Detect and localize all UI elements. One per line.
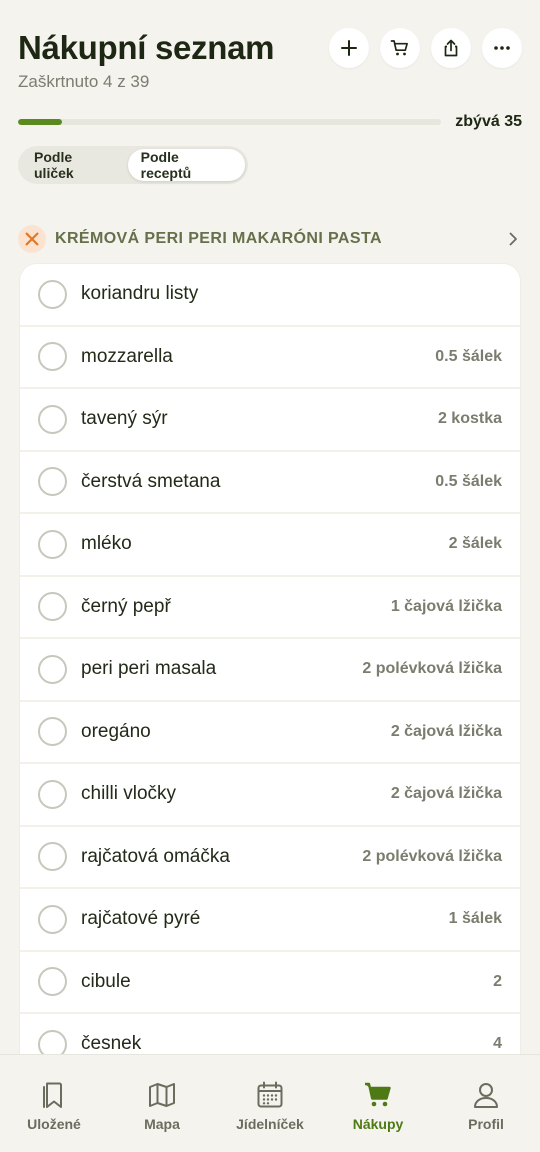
list-item[interactable]: peri peri masala 2 polévková lžička — [20, 639, 520, 702]
item-quantity: 1 čajová lžička — [390, 597, 502, 615]
tab-label: Nákupy — [352, 1116, 404, 1132]
recipe-title: KRÉMOVÁ PERI PERI MAKARÓNI PASTA — [55, 230, 382, 247]
item-checkbox[interactable] — [38, 904, 67, 934]
item-quantity: 2 kostka — [437, 410, 502, 428]
tab-label: Uložené — [27, 1116, 81, 1132]
item-name: tavený sýr — [81, 408, 168, 430]
item-quantity: 2 polévková lžička — [362, 847, 502, 865]
bottom-tab-bar: Uložené Mapa Jídelníček Nákupy Profil — [0, 1054, 540, 1152]
item-quantity: 0.5 šálek — [435, 472, 502, 490]
item-checkbox[interactable] — [38, 467, 67, 497]
item-name: rajčatová omáčka — [81, 845, 230, 867]
tab-meal-plan[interactable]: Jídelníček — [220, 1079, 320, 1132]
item-checkbox[interactable] — [38, 342, 67, 372]
list-item[interactable]: čerstvá smetana 0.5 šálek — [20, 452, 520, 514]
list-item[interactable]: oregáno 2 čajová lžička — [20, 702, 520, 764]
progress-fill — [18, 119, 62, 125]
item-quantity: 2 polévková lžička — [362, 660, 502, 678]
bookmark-icon — [43, 1082, 62, 1108]
list-item[interactable]: rajčatová omáčka 2 polévková lžička — [20, 827, 520, 889]
progress-row: zbývá 35 — [18, 110, 522, 134]
calendar-icon — [257, 1081, 283, 1108]
item-checkbox[interactable] — [38, 404, 67, 434]
item-checkbox[interactable] — [38, 779, 67, 809]
add-item-button[interactable] — [329, 28, 369, 68]
user-icon — [474, 1083, 498, 1108]
item-checkbox[interactable] — [38, 529, 67, 559]
list-item[interactable]: mléko 2 šálek — [20, 514, 520, 577]
list-item[interactable]: chilli vločky 2 čajová lžička — [20, 764, 520, 827]
tab-saved[interactable]: Uložené — [4, 1079, 104, 1132]
item-checkbox[interactable] — [38, 279, 67, 309]
tab-shopping[interactable]: Nákupy — [328, 1079, 428, 1132]
segment-by-aisle[interactable]: Podle uliček — [21, 149, 128, 181]
item-checkbox[interactable] — [38, 654, 67, 684]
item-name: čerstvá smetana — [81, 470, 221, 492]
item-quantity: 4 — [493, 1035, 502, 1053]
item-quantity: 2 čajová lžička — [390, 785, 502, 803]
chevron-right-icon[interactable] — [504, 230, 522, 248]
header: Nákupní seznam Zaškrtnuto 4 z 39 — [18, 26, 522, 96]
list-item[interactable]: tavený sýr 2 kostka — [20, 389, 520, 452]
group-by-toggle: Podle uliček Podle receptů — [18, 146, 248, 184]
tab-label: Profil — [468, 1116, 504, 1132]
cart-button[interactable] — [380, 28, 420, 68]
recipe-section-header[interactable]: KRÉMOVÁ PERI PERI MAKARÓNI PASTA — [18, 224, 522, 254]
item-name: peri peri masala — [81, 658, 217, 680]
segment-by-recipe[interactable]: Podle receptů — [127, 149, 245, 181]
item-checkbox[interactable] — [38, 842, 67, 872]
list-item[interactable]: rajčatové pyré 1 šálek — [20, 889, 520, 952]
map-icon — [149, 1083, 175, 1107]
more-button[interactable] — [482, 28, 522, 68]
item-name: oregáno — [81, 720, 151, 742]
list-item[interactable]: cibule 2 — [20, 952, 520, 1014]
item-name: mléko — [81, 533, 132, 555]
item-checkbox[interactable] — [38, 967, 67, 997]
ingredient-list: koriandru listy mozzarella 0.5 šálek tavený… — [19, 263, 521, 1063]
cart-icon — [390, 40, 408, 56]
item-quantity: 2 čajová lžička — [390, 722, 502, 740]
plus-icon — [341, 40, 357, 56]
item-name: chilli vločky — [81, 783, 177, 805]
item-quantity: 1 šálek — [448, 910, 502, 928]
list-item[interactable]: černý pepř 1 čajová lžička — [20, 577, 520, 639]
tab-map[interactable]: Mapa — [112, 1079, 212, 1132]
tab-label: Jídelníček — [236, 1116, 304, 1132]
share-button[interactable] — [431, 28, 471, 68]
tab-label: Mapa — [144, 1116, 180, 1132]
item-name: mozzarella — [81, 345, 173, 367]
utensils-icon — [18, 225, 46, 253]
item-name: černý pepř — [81, 595, 171, 617]
progress-bar — [18, 119, 442, 125]
header-actions — [329, 28, 522, 68]
tab-profile[interactable]: Profil — [436, 1079, 536, 1132]
item-quantity: 0.5 šálek — [435, 347, 502, 365]
item-checkbox[interactable] — [38, 717, 67, 747]
remaining-count: zbývá 35 — [455, 113, 522, 130]
item-name: koriandru listy — [81, 283, 199, 305]
share-icon — [444, 39, 458, 57]
checked-count: Zaškrtnuto 4 z 39 — [18, 72, 150, 91]
list-item[interactable]: koriandru listy — [20, 264, 520, 327]
item-checkbox[interactable] — [38, 592, 67, 622]
cart-icon — [365, 1082, 391, 1107]
item-name: česnek — [81, 1033, 142, 1055]
list-item[interactable]: mozzarella 0.5 šálek — [20, 327, 520, 389]
item-name: rajčatové pyré — [81, 908, 201, 930]
item-quantity: 2 šálek — [448, 535, 502, 553]
more-icon — [494, 46, 510, 50]
item-name: cibule — [81, 970, 131, 992]
item-quantity: 2 — [493, 972, 502, 990]
